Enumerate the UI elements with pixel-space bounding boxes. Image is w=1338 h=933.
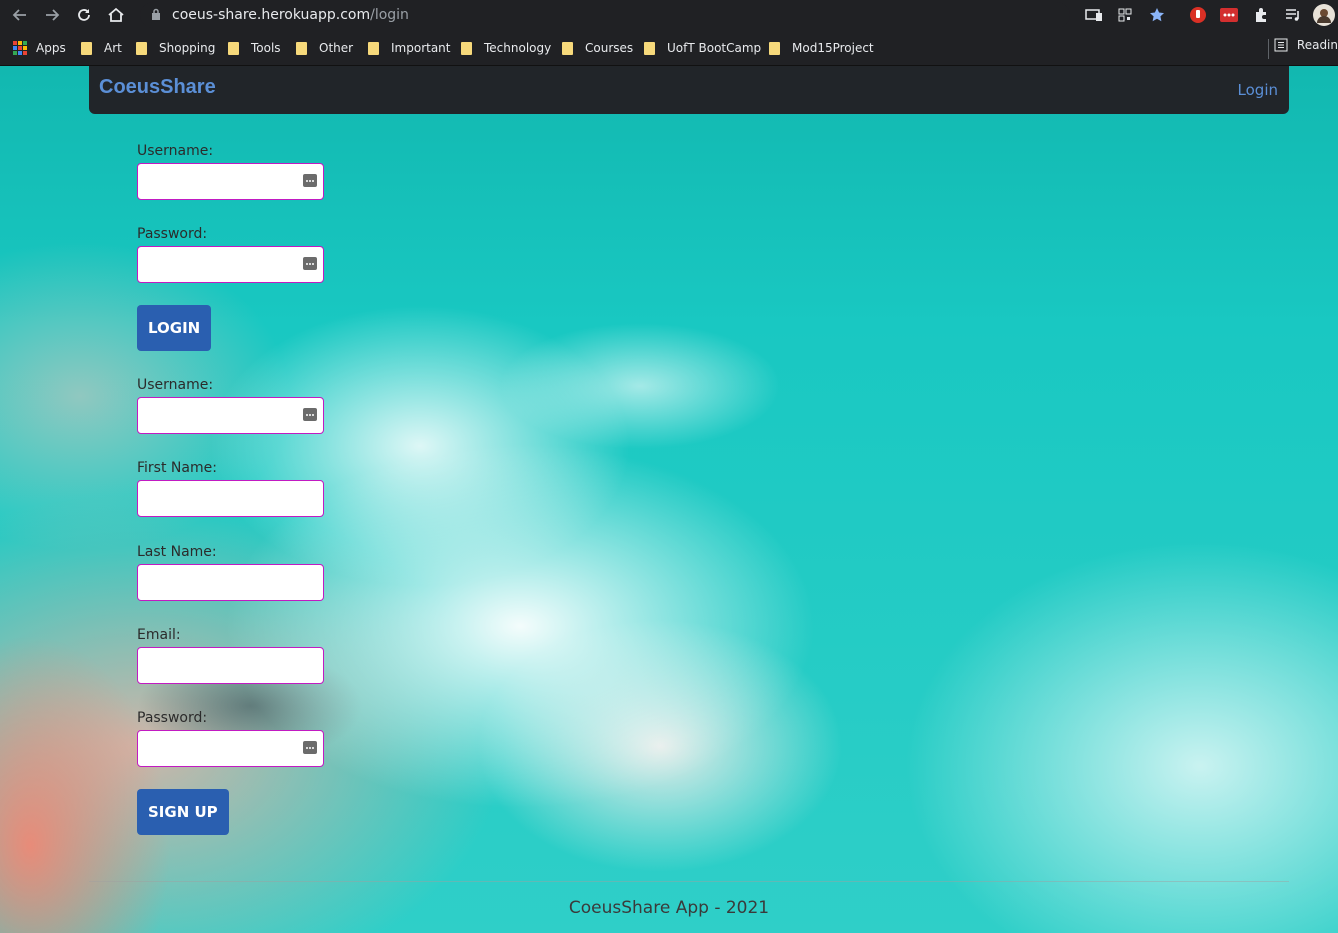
folder-icon — [296, 41, 307, 55]
page-background: CoeusShare Login Username: Password: LOG… — [0, 66, 1338, 933]
media-queue-icon[interactable] — [1282, 4, 1304, 26]
nav-login-link[interactable]: Login — [1238, 81, 1278, 99]
login-button[interactable]: LOGIN — [137, 305, 212, 351]
bookmark-shopping[interactable]: Shopping — [136, 38, 215, 58]
reload-icon — [78, 9, 90, 21]
folder-icon — [81, 41, 92, 55]
first-name-label: First Name: — [137, 460, 217, 476]
extensions-icon[interactable] — [1250, 4, 1272, 26]
login-password-input[interactable] — [137, 246, 324, 283]
back-button[interactable] — [6, 1, 34, 29]
last-name-label: Last Name: — [137, 544, 217, 560]
bookmarks-bar: Apps Art Shopping Tools Other Important … — [0, 30, 1338, 66]
forward-button[interactable] — [38, 1, 66, 29]
bookmark-star-icon[interactable] — [1146, 4, 1168, 26]
forward-arrow-icon — [46, 9, 60, 21]
autofill-key-icon[interactable] — [303, 257, 317, 270]
brand-logo[interactable]: CoeusShare — [99, 76, 216, 99]
autofill-key-icon[interactable] — [303, 174, 317, 187]
lock-icon — [152, 8, 160, 20]
bookmark-tools[interactable]: Tools — [228, 38, 281, 58]
reading-list-button[interactable]: Readin — [1274, 38, 1338, 52]
login-password-label: Password: — [137, 226, 208, 242]
last-name-input[interactable] — [137, 564, 324, 601]
folder-icon — [228, 41, 239, 55]
folder-icon — [769, 41, 780, 55]
signup-password-label: Password: — [137, 710, 208, 726]
bookmarks-divider — [1268, 39, 1269, 59]
login-username-input[interactable] — [137, 163, 324, 200]
bookmark-other[interactable]: Other — [296, 38, 353, 58]
bookmark-courses[interactable]: Courses — [562, 38, 633, 58]
apps-grid-icon — [13, 41, 27, 55]
signup-button[interactable]: SIGN UP — [137, 789, 229, 835]
bookmark-art[interactable]: Art — [81, 38, 122, 58]
footer-divider — [89, 881, 1289, 882]
profile-avatar[interactable] — [1313, 4, 1335, 26]
bookmark-important[interactable]: Important — [368, 38, 451, 58]
home-icon — [108, 7, 124, 22]
signup-username-input[interactable] — [137, 397, 324, 434]
folder-icon — [368, 41, 379, 55]
reload-button[interactable] — [70, 1, 98, 29]
app-navbar: CoeusShare Login — [89, 66, 1289, 114]
address-bar[interactable]: coeus-share.herokuapp.com/login — [140, 2, 1070, 28]
footer-text: CoeusShare App - 2021 — [568, 898, 770, 918]
bookmark-mod15project[interactable]: Mod15Project — [769, 38, 874, 58]
ad-blocker-icon[interactable] — [1187, 4, 1209, 26]
bookmark-uoft-bootcamp[interactable]: UofT BootCamp — [644, 38, 761, 58]
bookmark-apps[interactable]: Apps — [13, 38, 66, 58]
signup-username-label: Username: — [137, 377, 214, 393]
folder-icon — [644, 41, 655, 55]
bookmark-technology[interactable]: Technology — [461, 38, 551, 58]
autofill-key-icon[interactable] — [303, 741, 317, 754]
autofill-key-icon[interactable] — [303, 408, 317, 421]
email-input[interactable] — [137, 647, 324, 684]
signup-password-input[interactable] — [137, 730, 324, 767]
browser-toolbar: coeus-share.herokuapp.com/login — [0, 0, 1338, 30]
folder-icon — [461, 41, 472, 55]
first-name-input[interactable] — [137, 480, 324, 517]
folder-icon — [136, 41, 147, 55]
email-label: Email: — [137, 627, 181, 643]
url-text: coeus-share.herokuapp.com/login — [172, 7, 409, 23]
home-button[interactable] — [102, 1, 130, 29]
folder-icon — [562, 41, 573, 55]
password-manager-icon[interactable] — [1218, 4, 1240, 26]
back-arrow-icon — [12, 9, 26, 21]
reading-list-icon — [1274, 38, 1288, 52]
qr-code-icon[interactable] — [1114, 4, 1136, 26]
login-username-label: Username: — [137, 143, 214, 159]
cast-icon[interactable] — [1083, 4, 1105, 26]
